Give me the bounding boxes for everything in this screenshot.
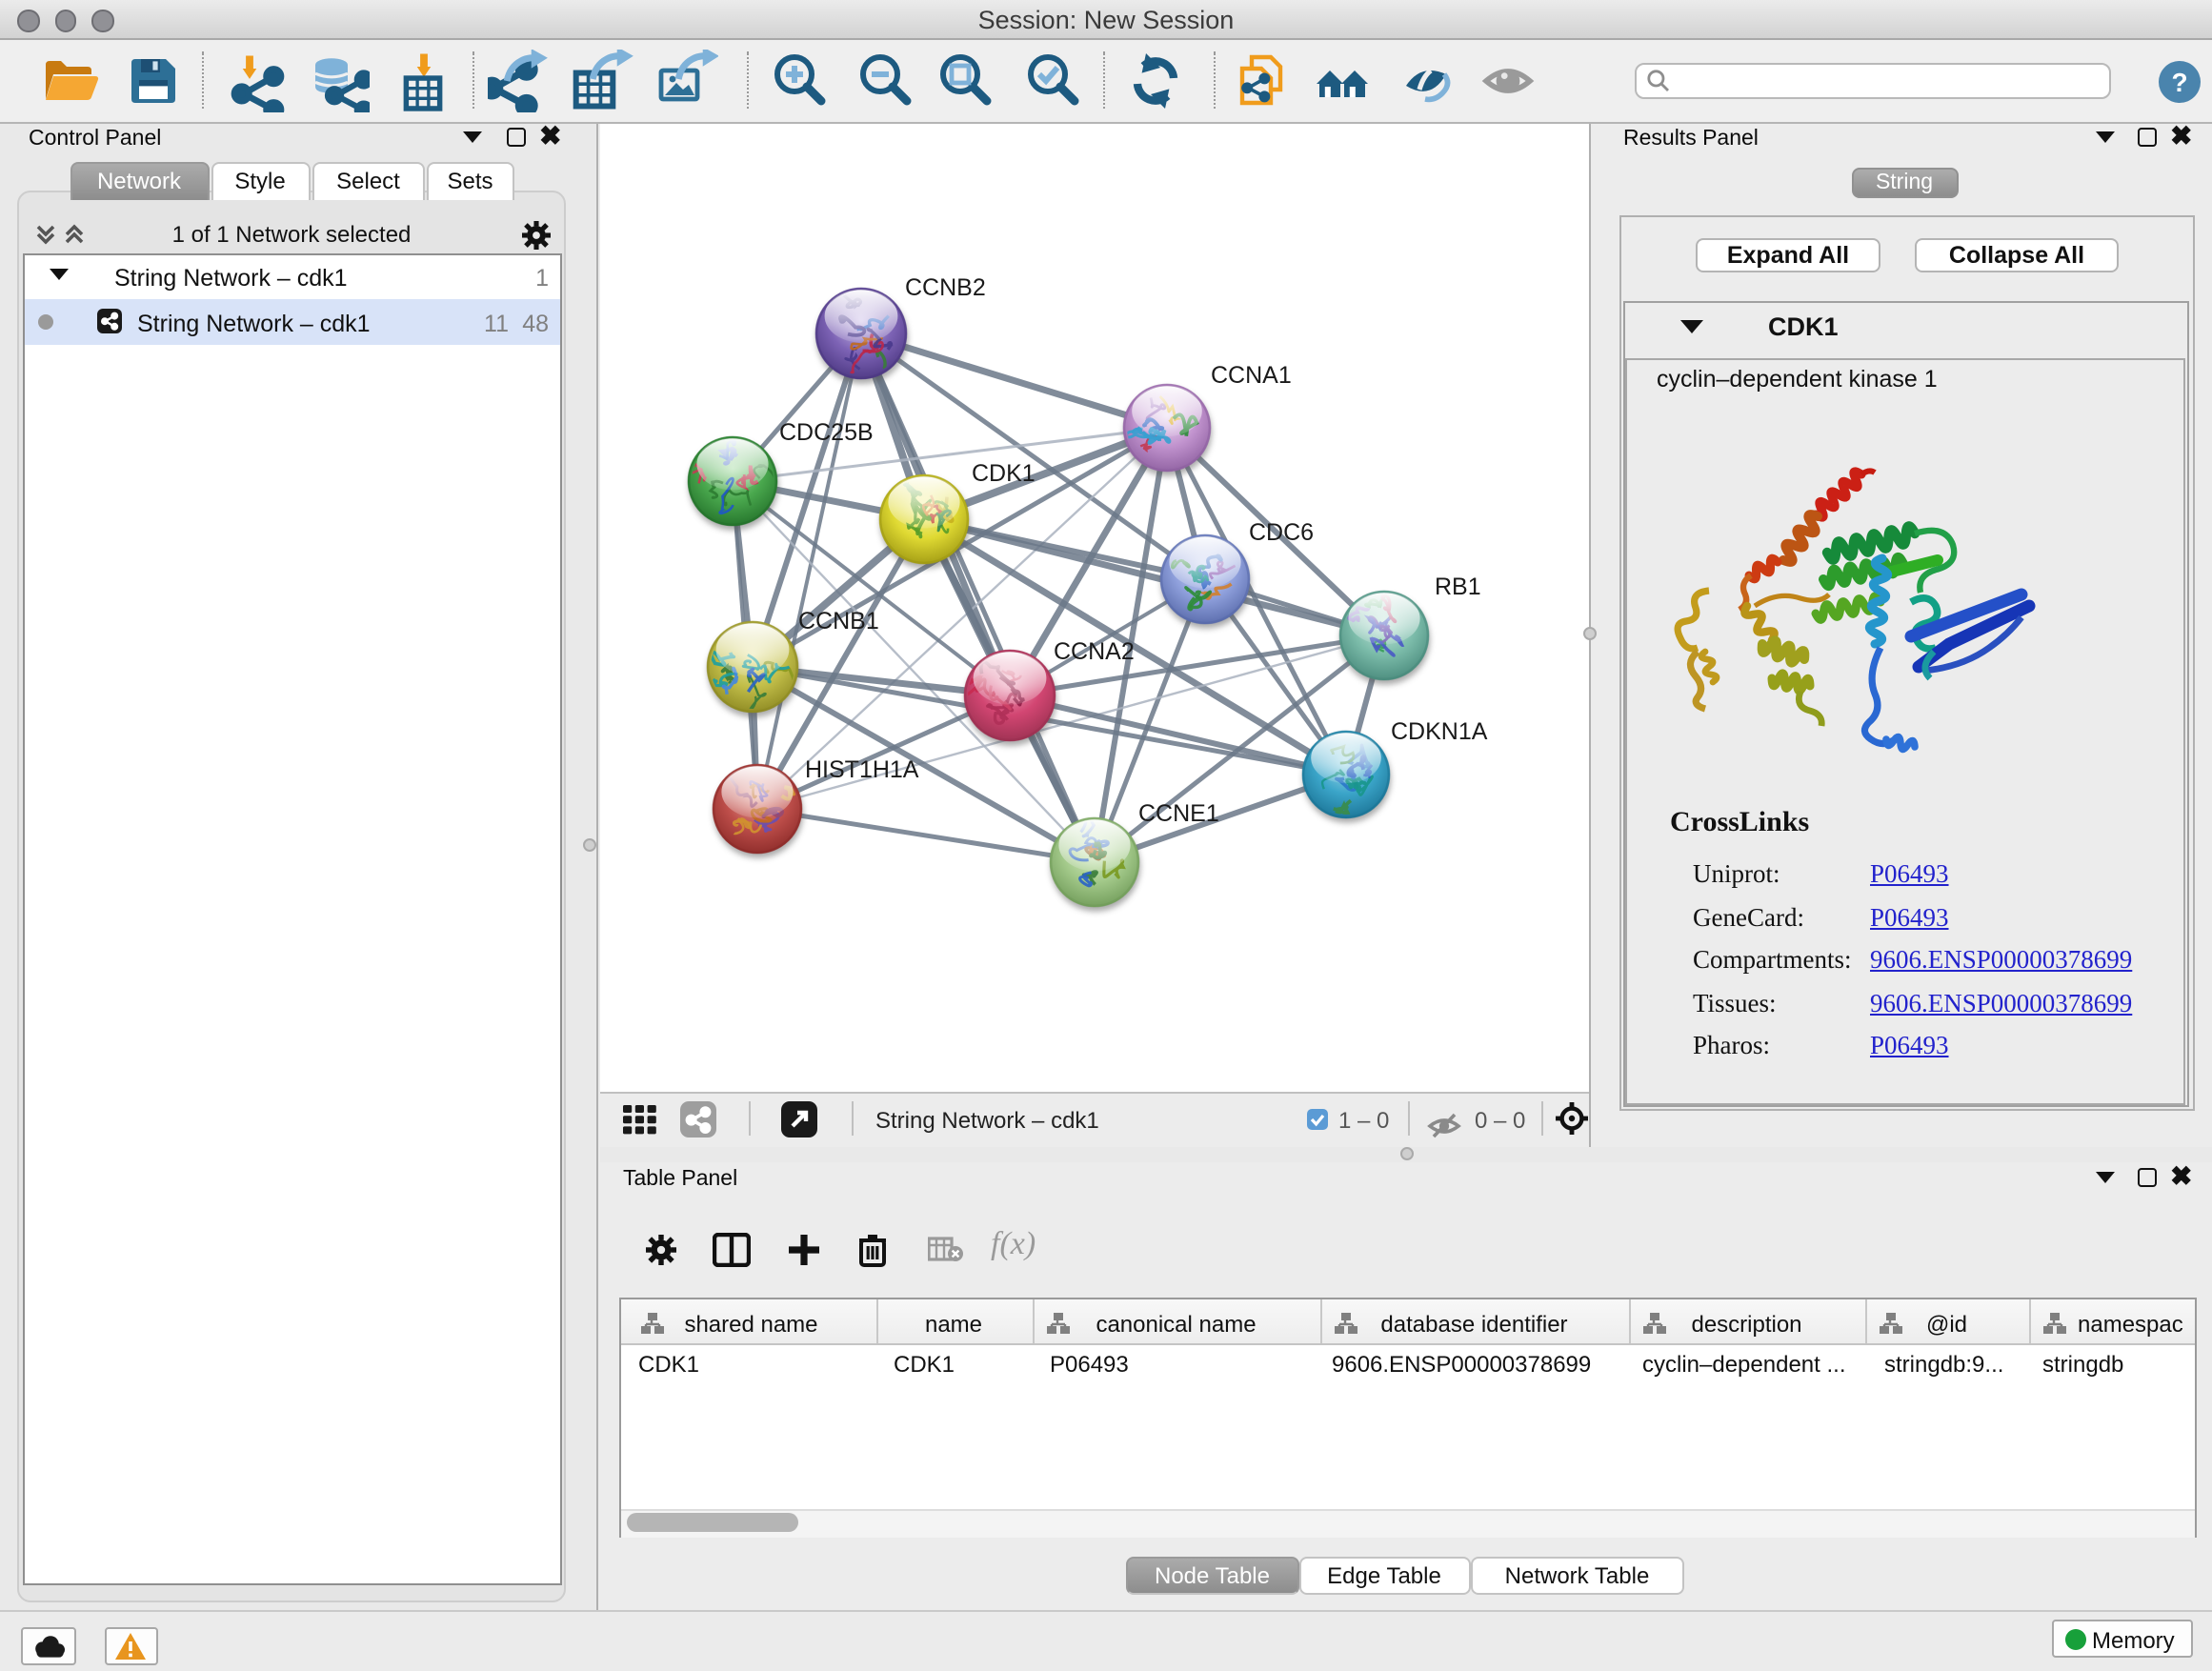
svg-text:CCNA1: CCNA1 xyxy=(1211,361,1292,388)
svg-text:CDC6: CDC6 xyxy=(1249,518,1314,545)
svg-text:RB1: RB1 xyxy=(1435,573,1481,599)
svg-text:CDK1: CDK1 xyxy=(972,459,1036,486)
svg-text:CDC25B: CDC25B xyxy=(779,418,874,445)
svg-text:CCNA2: CCNA2 xyxy=(1054,637,1135,664)
svg-text:CCNB2: CCNB2 xyxy=(905,273,986,300)
svg-text:CCNE1: CCNE1 xyxy=(1138,799,1219,826)
svg-text:CCNB1: CCNB1 xyxy=(798,607,879,634)
svg-text:HIST1H1A: HIST1H1A xyxy=(805,755,919,782)
svg-text:CDKN1A: CDKN1A xyxy=(1391,717,1488,744)
